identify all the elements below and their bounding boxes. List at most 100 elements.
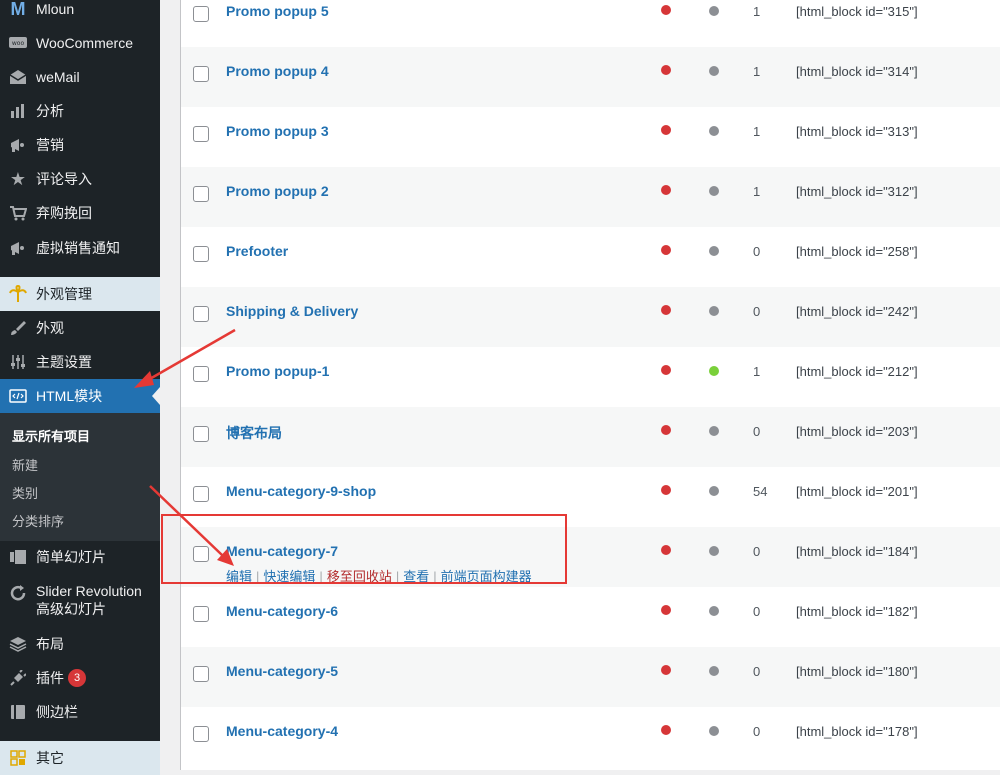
slider-revolution-label: Slider Revolution xyxy=(36,583,142,599)
sidebar-item-label: 评论导入 xyxy=(36,171,92,187)
row-title-link[interactable]: Menu-category-5 xyxy=(226,663,338,679)
sidebar-item-html-blocks[interactable]: HTML模块 xyxy=(0,379,160,413)
sidebar-item-layout[interactable]: 布局 xyxy=(0,627,160,661)
table-row: Promo popup 4 1 [html_block id="314"] xyxy=(181,47,1000,107)
cart-icon xyxy=(8,203,28,223)
megaphone-icon xyxy=(8,238,28,258)
row-title-link[interactable]: Menu-category-4 xyxy=(226,723,338,739)
status-dot xyxy=(661,485,671,495)
html-blocks-submenu: 显示所有项目 新建 类别 分类排序 xyxy=(0,413,160,541)
row-title-link[interactable]: Promo popup 4 xyxy=(226,63,329,79)
row-checkbox[interactable] xyxy=(193,486,209,502)
table-row: Promo popup-1 1 [html_block id="212"] xyxy=(181,347,1000,407)
palm-icon xyxy=(8,284,28,304)
sidebar-item-simple-slider[interactable]: 简单幻灯片 xyxy=(0,540,160,574)
sidebar-item-label: Mloun xyxy=(36,1,75,17)
submenu-add-new[interactable]: 新建 xyxy=(12,455,38,474)
sidebar-item-review-import[interactable]: ★ 评论导入 xyxy=(0,162,160,196)
sidebar-item-appearance[interactable]: 外观 xyxy=(0,311,160,345)
status-dot xyxy=(661,425,671,435)
email-icon xyxy=(8,67,28,87)
status-dot-secondary xyxy=(709,366,719,376)
sidebar-item-label: weMail xyxy=(36,69,80,85)
table-row: Shipping & Delivery 0 [html_block id="242"… xyxy=(181,287,1000,347)
plug-icon xyxy=(8,668,28,688)
sidebar-item-label: 主题设置 xyxy=(36,354,92,370)
row-checkbox[interactable] xyxy=(193,126,209,142)
sidebar-item-analytics[interactable]: 分析 xyxy=(0,94,160,128)
row-checkbox[interactable] xyxy=(193,306,209,322)
row-title-link[interactable]: 博客布局 xyxy=(226,423,282,443)
status-dot xyxy=(661,245,671,255)
table-row: Menu-category-6 0 [html_block id="182"] xyxy=(181,587,1000,647)
status-dot-secondary xyxy=(709,606,719,616)
status-dot-secondary xyxy=(709,666,719,676)
sidebar-item-wemail[interactable]: weMail xyxy=(0,60,160,94)
status-dot-secondary xyxy=(709,426,719,436)
table-row: Promo popup 3 1 [html_block id="313"] xyxy=(181,107,1000,167)
sidebar-item-sidebar-widgets[interactable]: 侧边栏 xyxy=(0,695,160,729)
status-dot xyxy=(661,605,671,615)
sidebar-item-woocommerce[interactable]: woo WooCommerce xyxy=(0,26,160,60)
active-menu-arrow xyxy=(152,387,160,405)
row-checkbox[interactable] xyxy=(193,6,209,22)
submenu-category-order[interactable]: 分类排序 xyxy=(12,511,64,530)
row-checkbox[interactable] xyxy=(193,186,209,202)
status-dot-secondary xyxy=(709,486,719,496)
table-row: Promo popup 5 1 [html_block id="315"] xyxy=(181,0,1000,47)
sidebar-item-virtual-sales[interactable]: 虚拟销售通知 xyxy=(0,231,160,265)
submenu-all-items[interactable]: 显示所有项目 xyxy=(12,426,90,445)
row-checkbox[interactable] xyxy=(193,246,209,262)
row-shortcode: [html_block id="258"] xyxy=(796,244,918,259)
bar-chart-icon xyxy=(8,101,28,121)
sidebar-item-mloun[interactable]: M Mloun xyxy=(0,0,160,26)
status-dot-secondary xyxy=(709,726,719,736)
sidebar-item-label: 弃购挽回 xyxy=(36,205,92,221)
row-checkbox[interactable] xyxy=(193,666,209,682)
row-checkbox[interactable] xyxy=(193,366,209,382)
row-title-link[interactable]: Promo popup-1 xyxy=(226,363,329,379)
row-title-link[interactable]: Menu-category-9-shop xyxy=(226,483,376,499)
table-row: Menu-category-5 0 [html_block id="180"] xyxy=(181,647,1000,707)
row-count: 1 xyxy=(753,4,761,19)
row-count: 0 xyxy=(753,244,761,259)
row-shortcode: [html_block id="178"] xyxy=(796,724,918,739)
status-dot-secondary xyxy=(709,186,719,196)
sidebar-item-appearance-manage[interactable]: 外观管理 xyxy=(0,277,160,311)
sidebar-item-cart-recovery[interactable]: 弃购挽回 xyxy=(0,196,160,230)
plugins-update-badge: 3 xyxy=(68,669,86,687)
sidebar-item-label: 侧边栏 xyxy=(36,704,78,720)
sidebar-item-label: 分析 xyxy=(36,103,64,119)
grid-icon xyxy=(8,748,28,768)
sidebar-item-marketing[interactable]: 营销 xyxy=(0,128,160,162)
row-title-link[interactable]: Promo popup 5 xyxy=(226,3,329,19)
status-dot-secondary xyxy=(709,126,719,136)
megaphone-icon xyxy=(8,135,28,155)
status-dot xyxy=(661,125,671,135)
table-row: Menu-category-4 0 [html_block id="178"] xyxy=(181,707,1000,767)
sidebar-item-plugins[interactable]: 插件 3 xyxy=(0,661,160,695)
row-title-link[interactable]: Promo popup 2 xyxy=(226,183,329,199)
row-checkbox[interactable] xyxy=(193,606,209,622)
row-checkbox[interactable] xyxy=(193,66,209,82)
sidebar-item-label: 外观 xyxy=(36,320,64,336)
row-title-link[interactable]: Menu-category-6 xyxy=(226,603,338,619)
row-checkbox[interactable] xyxy=(193,726,209,742)
status-dot-secondary xyxy=(709,6,719,16)
row-checkbox[interactable] xyxy=(193,426,209,442)
row-shortcode: [html_block id="315"] xyxy=(796,4,918,19)
row-count: 0 xyxy=(753,304,761,319)
sidebar-item-slider-revolution[interactable]: Slider Revolution 高级幻灯片 xyxy=(0,582,160,622)
row-shortcode: [html_block id="242"] xyxy=(796,304,918,319)
row-title-link[interactable]: Prefooter xyxy=(226,243,288,259)
sidebar-item-label: WooCommerce xyxy=(36,35,133,51)
sidebar-item-theme-settings[interactable]: 主题设置 xyxy=(0,345,160,379)
slider-revolution-sublabel: 高级幻灯片 xyxy=(36,601,106,617)
submenu-categories[interactable]: 类别 xyxy=(12,483,38,502)
row-title-link[interactable]: Shipping & Delivery xyxy=(226,303,358,319)
status-dot xyxy=(661,365,671,375)
row-title-link[interactable]: Promo popup 3 xyxy=(226,123,329,139)
row-count: 54 xyxy=(753,484,768,499)
row-count: 0 xyxy=(753,664,761,679)
row-shortcode: [html_block id="180"] xyxy=(796,664,918,679)
